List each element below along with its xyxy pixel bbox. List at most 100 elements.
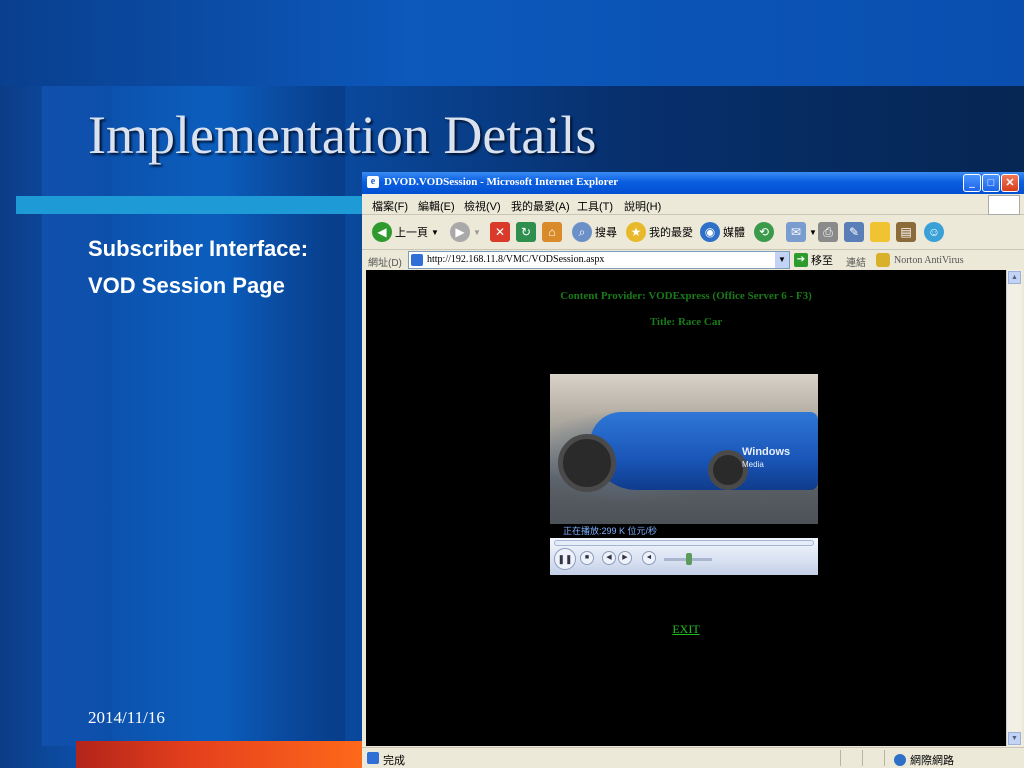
search-icon: ⌕	[572, 222, 592, 242]
messenger-icon: ☺	[924, 222, 944, 242]
scroll-down-icon[interactable]: ▼	[1008, 732, 1021, 745]
stop-icon: ✕	[490, 222, 510, 242]
decorative-stripe	[42, 86, 112, 746]
status-divider	[884, 750, 885, 766]
media-button[interactable]: ◉ 媒體	[700, 221, 745, 243]
history-button[interactable]: ⟲	[754, 221, 774, 243]
search-label: 搜尋	[595, 227, 617, 239]
messenger-button[interactable]: ☺	[924, 221, 944, 243]
slide-date: 2014/11/16	[88, 708, 165, 727]
home-button[interactable]: ⌂	[542, 221, 562, 243]
star-icon: ★	[626, 222, 646, 242]
favorites-button[interactable]: ★ 我的最愛	[626, 221, 693, 243]
seek-bar[interactable]	[554, 540, 814, 546]
notes-button[interactable]	[870, 221, 890, 243]
volume-icon[interactable]: ◄	[642, 551, 656, 565]
status-divider	[840, 750, 841, 766]
norton-shield-icon	[876, 253, 890, 267]
stop-button[interactable]: ✕	[490, 221, 510, 243]
video-title-text: Title: Race Car	[649, 316, 723, 328]
close-icon[interactable]: ✕	[1001, 174, 1019, 192]
internet-globe-icon	[894, 754, 906, 766]
menu-favorites[interactable]: 我的最愛(A)	[511, 198, 570, 214]
pause-icon[interactable]: ❚❚	[554, 548, 576, 570]
menu-edit[interactable]: 編輯(E)	[418, 198, 455, 214]
status-divider	[862, 750, 863, 766]
favorites-label: 我的最愛	[649, 227, 693, 239]
home-icon: ⌂	[542, 222, 562, 242]
browser-window: e DVOD.VODSession - Microsoft Internet E…	[362, 172, 1024, 768]
print-button[interactable]: ⎙	[818, 221, 838, 243]
ie-page-icon: e	[367, 176, 379, 188]
browser-titlebar[interactable]: e DVOD.VODSession - Microsoft Internet E…	[362, 172, 1024, 194]
refresh-button[interactable]: ↻	[516, 221, 536, 243]
exit-link[interactable]: EXIT	[366, 622, 1006, 637]
decorative-stripe	[205, 86, 345, 746]
back-button[interactable]: ◀ 上一頁 ▼	[372, 221, 439, 243]
previous-icon[interactable]: ◀	[602, 551, 616, 565]
globe-icon: ◉	[700, 222, 720, 242]
history-icon: ⟲	[754, 222, 774, 242]
player-status: 正在播放:299 K 位元/秒	[563, 526, 658, 536]
chevron-down-icon: ▼	[473, 227, 481, 237]
norton-label: Norton AntiVirus	[894, 254, 964, 266]
norton-toolbar[interactable]: Norton AntiVirus	[876, 253, 964, 267]
status-bar: 完成 網際網路	[362, 747, 1024, 768]
windows-logo-icon	[988, 195, 1020, 215]
media-player-controls: ❚❚ ■ ◀ ▶ ◄	[550, 538, 818, 575]
address-input[interactable]: http://192.168.11.8/VMC/VODSession.aspx …	[408, 251, 790, 269]
chevron-down-icon[interactable]: ▼	[775, 252, 789, 268]
research-icon: ▤	[896, 222, 916, 242]
menu-file[interactable]: 檔案(F)	[372, 198, 408, 214]
page-icon	[411, 254, 423, 266]
scroll-up-icon[interactable]: ▲	[1008, 271, 1021, 284]
menu-tools[interactable]: 工具(T)	[577, 198, 613, 214]
go-arrow-icon: ➔	[794, 253, 808, 267]
status-text: 完成	[383, 755, 405, 767]
edit-icon: ✎	[844, 222, 864, 242]
next-icon[interactable]: ▶	[618, 551, 632, 565]
mail-button[interactable]: ✉ ▼	[786, 221, 817, 243]
forward-arrow-icon: ▶	[450, 222, 470, 242]
subtitle-line-1: Subscriber Interface:	[88, 236, 309, 261]
footer-accent-bar	[76, 741, 368, 768]
slide-subtitle: Subscriber Interface: VOD Session Page	[88, 230, 308, 304]
address-label: 網址(D)	[368, 258, 402, 269]
edit-button[interactable]: ✎	[844, 221, 864, 243]
zone-label: 網際網路	[910, 755, 954, 767]
toolbar: ◀ 上一頁 ▼ ▶ ▼ ✕ ↻ ⌂ ⌕ 搜尋 ★ 我的最愛 ◉ 媒體 ⟲ ✉ ▼…	[362, 215, 1024, 250]
print-icon: ⎙	[818, 222, 838, 242]
minimize-icon[interactable]: _	[963, 174, 981, 192]
content-provider-text: Content Provider: VODExpress (Office Ser…	[560, 290, 812, 302]
slide-title: Implementation Details	[88, 105, 597, 165]
menu-bar: 檔案(F) 編輯(E) 檢視(V) 我的最愛(A) 工具(T) 說明(H)	[362, 194, 1024, 215]
page-done-icon	[367, 752, 379, 764]
media-label: 媒體	[723, 227, 745, 239]
slide-top-band	[0, 0, 1024, 86]
title-underline-bar	[16, 196, 366, 214]
stop-icon[interactable]: ■	[580, 551, 594, 565]
mail-icon: ✉	[786, 222, 806, 242]
links-button[interactable]: 連結	[846, 254, 866, 269]
car-wheel	[558, 434, 616, 492]
page-content: Content Provider: VODExpress (Office Ser…	[366, 270, 1006, 746]
forward-button[interactable]: ▶ ▼	[450, 221, 481, 243]
windows-media-logo: Windows Media	[742, 446, 791, 469]
vertical-scrollbar[interactable]: ▲ ▼	[1006, 270, 1022, 746]
refresh-icon: ↻	[516, 222, 536, 242]
go-label: 移至	[811, 255, 833, 267]
video-frame[interactable]: Windows Media	[550, 374, 818, 524]
security-zone: 網際網路	[894, 752, 954, 768]
research-button[interactable]: ▤	[896, 221, 916, 243]
subtitle-line-2: VOD Session Page	[88, 273, 285, 298]
address-bar: 網址(D) http://192.168.11.8/VMC/VODSession…	[362, 250, 1024, 270]
chevron-down-icon: ▼	[431, 227, 439, 237]
search-button[interactable]: ⌕ 搜尋	[572, 221, 617, 243]
menu-view[interactable]: 檢視(V)	[464, 198, 501, 214]
go-button[interactable]: ➔ 移至	[794, 252, 833, 268]
volume-handle[interactable]	[686, 553, 692, 565]
back-arrow-icon: ◀	[372, 222, 392, 242]
chevron-down-icon: ▼	[809, 227, 817, 237]
menu-help[interactable]: 說明(H)	[624, 198, 661, 214]
maximize-icon[interactable]: □	[982, 174, 1000, 192]
